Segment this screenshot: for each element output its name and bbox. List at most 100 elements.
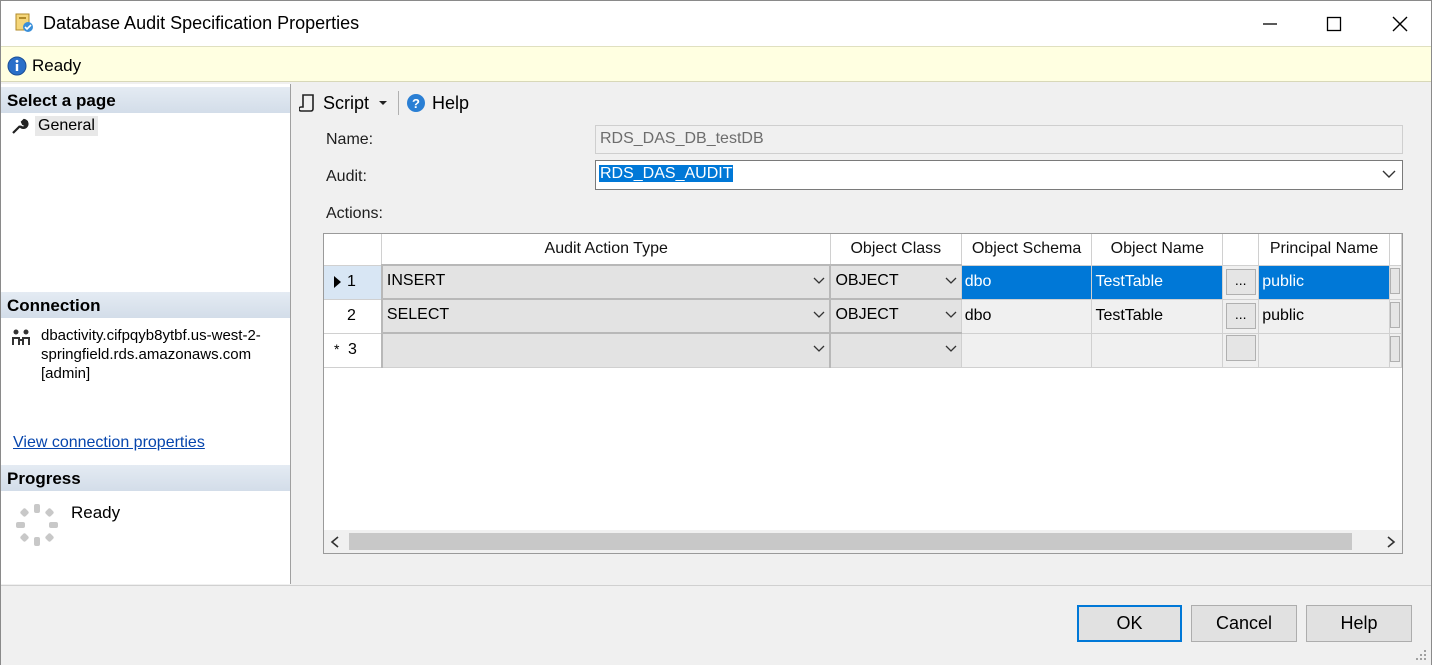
ok-button[interactable]: OK xyxy=(1077,605,1182,642)
toolbar: Script ? Help xyxy=(292,84,1431,120)
browse-object-button[interactable]: ... xyxy=(1225,303,1256,329)
principal-name-cell[interactable] xyxy=(1258,333,1390,368)
audit-label: Audit: xyxy=(326,168,367,185)
scrollbar-thumb[interactable] xyxy=(349,533,1352,550)
current-row-arrow-icon xyxy=(334,275,341,288)
chevron-down-icon[interactable] xyxy=(378,99,388,107)
object-name-cell[interactable]: TestTable xyxy=(1091,265,1224,300)
progress-header: Progress xyxy=(1,465,290,491)
connection-info: dbactivity.cifpqyb8ytbf.us-west-2-spring… xyxy=(41,327,261,382)
principal-name-cell[interactable]: public xyxy=(1258,299,1390,334)
audit-action-type-cell[interactable] xyxy=(380,332,831,368)
connection-header: Connection xyxy=(1,292,290,318)
progress-text: Ready xyxy=(71,503,121,522)
maximize-button[interactable] xyxy=(1301,1,1367,46)
help-toolbar-button[interactable]: Help xyxy=(432,93,469,114)
object-schema-cell[interactable]: dbo xyxy=(961,299,1093,334)
page-item-general[interactable]: General xyxy=(11,115,98,137)
object-class-value: OBJECT xyxy=(835,272,899,289)
actions-table: Audit Action Type Object Class Object Sc… xyxy=(324,234,1402,368)
browse-principal-button[interactable] xyxy=(1389,267,1400,294)
audit-action-type-cell[interactable]: SELECT xyxy=(380,298,831,334)
audit-app-icon xyxy=(15,13,33,32)
row-number: 1 xyxy=(347,273,356,290)
browse-principal-button[interactable] xyxy=(1389,301,1400,328)
scroll-left-icon[interactable] xyxy=(330,536,340,548)
table-row-new[interactable]: * 3 xyxy=(324,332,1402,368)
browse-principal-button[interactable] xyxy=(1389,335,1400,362)
object-class-cell[interactable]: OBJECT xyxy=(829,264,962,300)
chevron-down-icon[interactable] xyxy=(1382,169,1396,179)
audit-action-type-value: SELECT xyxy=(386,306,450,323)
row-header[interactable]: 2 xyxy=(324,299,383,334)
status-text: Ready xyxy=(32,56,82,75)
script-button[interactable]: Script xyxy=(323,93,369,114)
actions-label: Actions: xyxy=(326,205,383,222)
right-pane: Script ? Help Name: RDS_DAS_DB_testDB Au… xyxy=(292,84,1431,584)
principal-name-cell[interactable]: public xyxy=(1258,265,1390,300)
row-header-corner xyxy=(324,234,383,266)
chevron-down-icon[interactable] xyxy=(813,345,825,353)
scroll-right-icon[interactable] xyxy=(1386,536,1396,548)
table-row[interactable]: 2 SELECT OBJECT dbo TestTable ... public xyxy=(324,298,1402,334)
row-number: 2 xyxy=(347,307,356,324)
new-row-marker: * xyxy=(334,341,340,357)
minimize-button[interactable] xyxy=(1237,1,1303,46)
toolbar-separator xyxy=(398,91,399,115)
object-name-browse-cell xyxy=(1222,333,1260,368)
principal-browse-cell xyxy=(1389,299,1402,334)
browse-object-button[interactable] xyxy=(1225,334,1256,361)
cancel-button[interactable]: Cancel xyxy=(1191,605,1297,642)
column-header-extra xyxy=(1389,234,1402,266)
name-label: Name: xyxy=(326,131,374,148)
object-name-cell[interactable]: TestTable xyxy=(1091,299,1224,334)
window-title: Database Audit Specification Properties xyxy=(43,13,360,33)
close-icon xyxy=(1392,16,1408,31)
close-button[interactable] xyxy=(1367,1,1432,46)
chevron-down-icon[interactable] xyxy=(813,277,825,285)
chevron-down-icon[interactable] xyxy=(945,277,957,285)
script-icon[interactable] xyxy=(299,93,317,113)
actions-grid: Audit Action Type Object Class Object Sc… xyxy=(323,233,1403,554)
button-bar: OK Cancel Help xyxy=(1,585,1431,665)
left-pane: Select a page General Connection dbactiv… xyxy=(1,84,291,584)
row-number: 3 xyxy=(348,341,357,358)
object-class-value: OBJECT xyxy=(835,306,899,323)
resize-grip-icon[interactable] xyxy=(1415,649,1427,661)
chevron-down-icon[interactable] xyxy=(945,345,957,353)
object-name-cell[interactable] xyxy=(1091,333,1224,368)
horizontal-scrollbar[interactable] xyxy=(324,530,1402,553)
row-header[interactable]: * 3 xyxy=(324,333,383,368)
row-header[interactable]: 1 xyxy=(324,265,383,300)
column-header-principal-name[interactable]: Principal Name xyxy=(1258,234,1390,266)
progress-spinner-icon xyxy=(16,504,58,546)
view-connection-properties-link[interactable]: View connection properties xyxy=(13,434,205,452)
audit-action-type-value: INSERT xyxy=(386,272,446,289)
minimize-icon xyxy=(1263,22,1277,25)
help-icon[interactable]: ? xyxy=(406,93,426,113)
browse-object-button[interactable]: ... xyxy=(1225,269,1256,295)
audit-dropdown[interactable]: RDS_DAS_AUDIT xyxy=(595,160,1403,190)
column-header-object-class[interactable]: Object Class xyxy=(830,234,962,266)
grid-header-row: Audit Action Type Object Class Object Sc… xyxy=(324,234,1402,266)
title-bar: Database Audit Specification Properties xyxy=(1,1,1431,46)
wrench-icon xyxy=(12,118,29,134)
object-name-browse-cell: ... xyxy=(1222,265,1260,300)
maximize-icon xyxy=(1326,16,1342,31)
chevron-down-icon[interactable] xyxy=(945,311,957,319)
column-header-object-schema[interactable]: Object Schema xyxy=(961,234,1093,266)
column-header-audit-action-type[interactable]: Audit Action Type xyxy=(381,234,831,266)
principal-browse-cell xyxy=(1389,333,1402,368)
object-schema-cell[interactable]: dbo xyxy=(961,265,1093,300)
object-class-cell[interactable]: OBJECT xyxy=(829,298,962,334)
column-header-object-name[interactable]: Object Name xyxy=(1091,234,1224,266)
audit-action-type-cell[interactable]: INSERT xyxy=(380,264,831,300)
table-row[interactable]: 1 INSERT OBJECT dbo TestTable ... public xyxy=(324,264,1402,300)
help-button[interactable]: Help xyxy=(1306,605,1412,642)
chevron-down-icon[interactable] xyxy=(813,311,825,319)
object-schema-cell[interactable] xyxy=(961,333,1093,368)
connection-icon xyxy=(12,329,30,345)
object-class-cell[interactable] xyxy=(829,332,962,368)
audit-dropdown-value: RDS_DAS_AUDIT xyxy=(599,165,734,182)
name-field: RDS_DAS_DB_testDB xyxy=(595,125,1403,154)
